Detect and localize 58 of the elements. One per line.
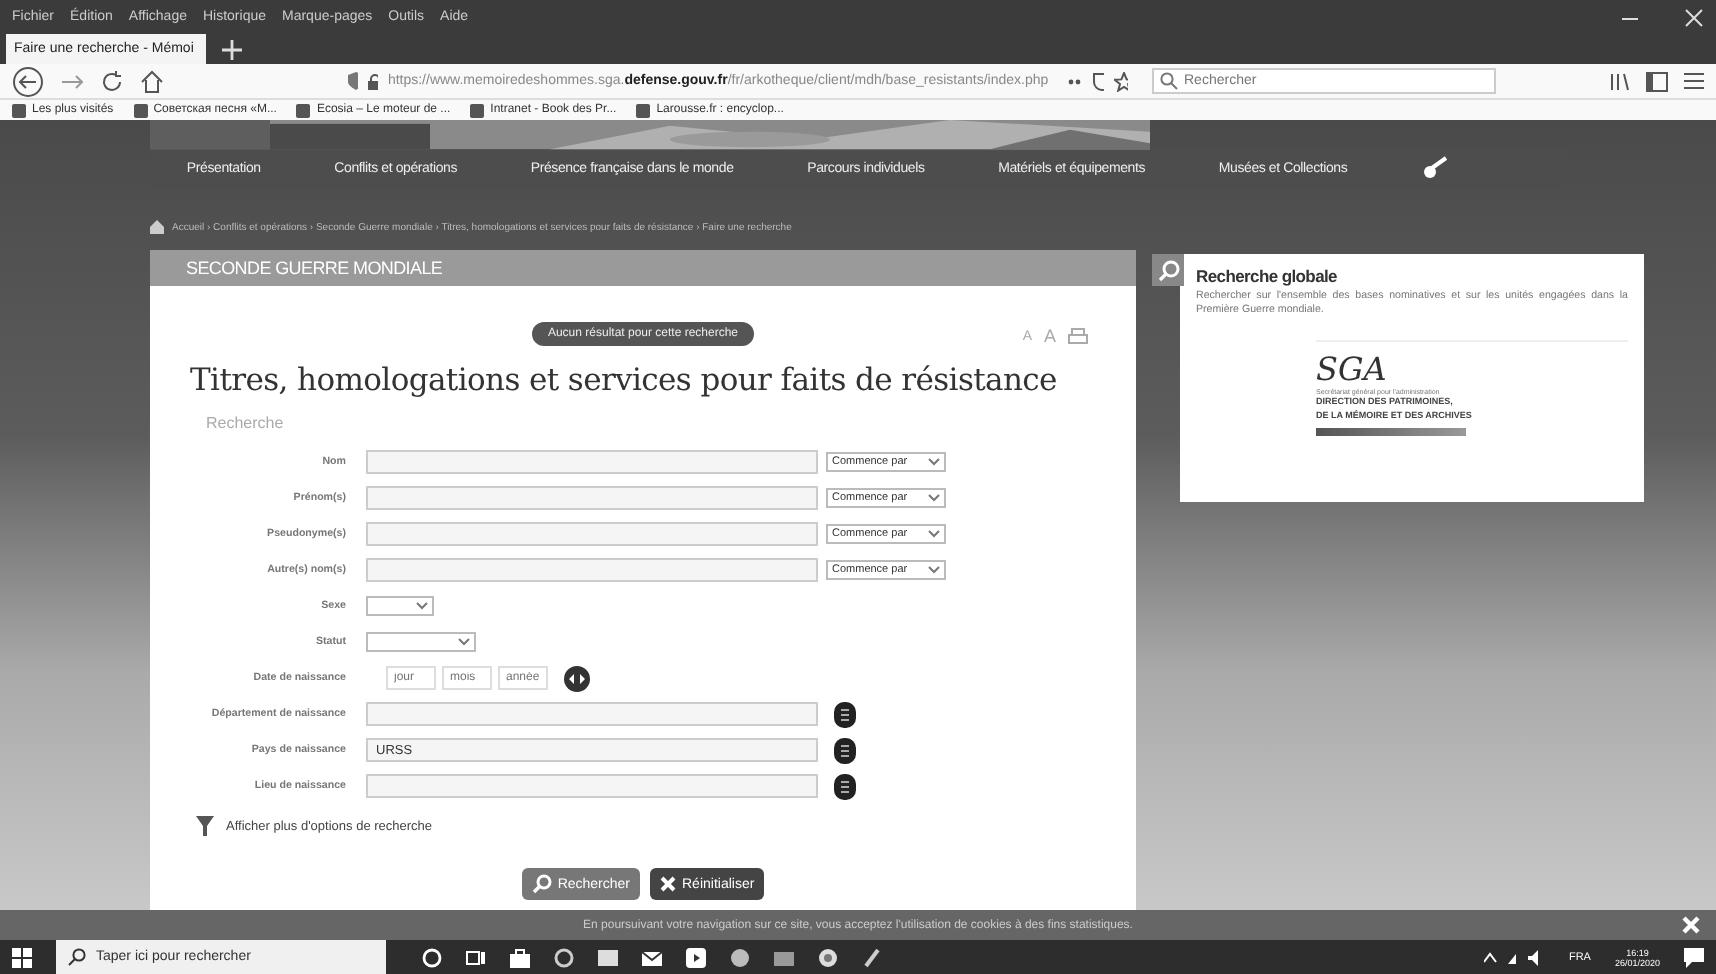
text-field[interactable] — [366, 486, 818, 510]
taskbar-icon[interactable] — [686, 947, 706, 967]
list-icon[interactable] — [834, 701, 856, 727]
taskbar-icon[interactable] — [510, 947, 530, 967]
menu-icon[interactable] — [1684, 72, 1704, 90]
text-field[interactable] — [366, 702, 818, 726]
funnel-icon — [196, 816, 214, 836]
home-icon[interactable] — [150, 220, 164, 234]
notification-icon[interactable] — [1684, 947, 1704, 967]
panel-title[interactable]: Recherche globale — [1196, 266, 1628, 286]
home-icon[interactable] — [140, 69, 164, 93]
reload-icon[interactable] — [100, 69, 124, 93]
text-field[interactable] — [366, 774, 818, 798]
lock-icon — [368, 73, 378, 89]
taskbar-icon[interactable] — [598, 947, 618, 967]
taskbar-icon[interactable] — [554, 947, 574, 967]
taskbar-icon[interactable] — [862, 947, 882, 967]
dropdown[interactable] — [366, 596, 434, 616]
taskbar-icon[interactable] — [730, 947, 750, 967]
list-icon[interactable] — [834, 737, 856, 763]
search-icon — [531, 874, 552, 894]
chevron-icon — [928, 458, 940, 466]
text-field[interactable] — [366, 558, 818, 582]
key-icon[interactable] — [1421, 156, 1449, 181]
back-icon[interactable] — [12, 65, 44, 97]
more-icon[interactable] — [1068, 77, 1082, 85]
close-icon[interactable] — [1684, 7, 1704, 27]
text-field[interactable] — [366, 450, 818, 474]
chevron-icon — [928, 530, 940, 538]
library-icon[interactable] — [1610, 71, 1630, 91]
bookmark-icon — [133, 103, 148, 117]
chevron-icon — [458, 638, 470, 646]
bookmark-icon — [12, 103, 26, 117]
shield-icon — [348, 72, 359, 90]
text-field[interactable] — [366, 522, 818, 546]
windows-icon[interactable] — [12, 947, 32, 967]
chevron-icon — [928, 566, 940, 574]
taskbar-icon[interactable] — [818, 947, 838, 967]
page-title: Titres, homologations et services pour faits de résistance — [190, 362, 1059, 398]
sidebar-icon[interactable] — [1646, 71, 1668, 91]
fieldset-legend: Recherche — [206, 414, 1136, 432]
bookmark-icon — [636, 103, 651, 117]
logo-text: SGA — [1316, 349, 1387, 388]
swap-arrows-icon[interactable] — [564, 665, 590, 691]
chevron-icon — [416, 602, 428, 610]
section-title: SECONDE GUERRE MONDIALE — [186, 258, 443, 278]
forward-icon[interactable] — [60, 69, 84, 93]
taskbar-icon[interactable] — [466, 947, 486, 967]
search-icon — [1160, 72, 1178, 90]
close-icon — [660, 876, 676, 892]
bookmark-icon — [296, 103, 311, 117]
bookmark-icon — [470, 103, 485, 117]
new-tab-icon[interactable] — [222, 39, 242, 59]
star-icon[interactable] — [1114, 71, 1129, 91]
taskbar-icon[interactable] — [642, 947, 662, 967]
list-icon[interactable] — [834, 773, 856, 799]
search-icon — [68, 948, 86, 966]
chevron-icon — [928, 494, 940, 502]
